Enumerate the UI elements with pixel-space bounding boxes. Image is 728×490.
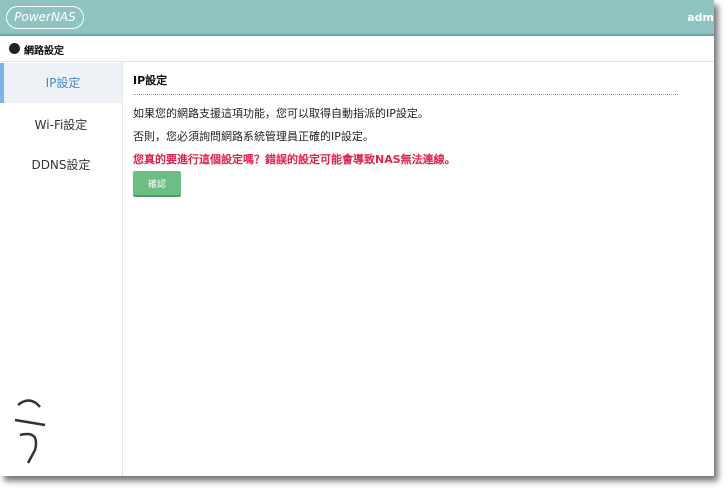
sidebar-item-ddns[interactable]: DDNS設定 bbox=[0, 145, 122, 185]
info-line-1: 如果您的網路支援這項功能，您可以取得自動指派的IP設定。 bbox=[133, 107, 429, 120]
main-content: IP設定 如果您的網路支援這項功能，您可以取得自動指派的IP設定。 否則，您必須… bbox=[133, 72, 678, 197]
globe-icon bbox=[9, 43, 20, 54]
sidebar-item-wifi[interactable]: Wi-Fi設定 bbox=[0, 105, 122, 145]
app-window: PowerNAS adm 網路設定 IP設定 Wi-Fi設定 DDNS設定 IP… bbox=[0, 0, 714, 476]
page-title: IP設定 bbox=[133, 72, 678, 95]
sidebar-item-ip[interactable]: IP設定 bbox=[0, 63, 122, 103]
section-title: 網路設定 bbox=[24, 46, 64, 57]
section-header: 網路設定 bbox=[0, 37, 714, 62]
user-menu[interactable]: adm bbox=[687, 11, 714, 24]
warning-text: 您真的要進行這個設定嗎？錯誤的設定可能會導致NAS無法連線。 bbox=[133, 153, 456, 166]
powernas-logo[interactable]: PowerNAS bbox=[6, 6, 84, 29]
confirm-button[interactable]: 確認 bbox=[133, 171, 181, 197]
watermark-logo bbox=[10, 395, 125, 475]
top-header: PowerNAS adm bbox=[0, 0, 714, 36]
info-line-2: 否則，您必須詢問網路系統管理員正確的IP設定。 bbox=[133, 130, 374, 143]
watermark-glyph bbox=[14, 399, 46, 464]
